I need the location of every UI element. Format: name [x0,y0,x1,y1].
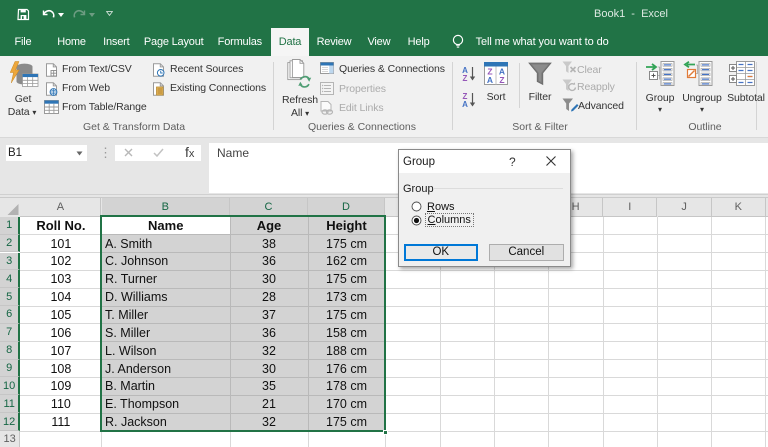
svg-text:A: A [487,75,493,85]
svg-text:Z: Z [499,75,504,85]
svg-text:A: A [462,100,468,108]
svg-text:Z: Z [463,74,468,82]
